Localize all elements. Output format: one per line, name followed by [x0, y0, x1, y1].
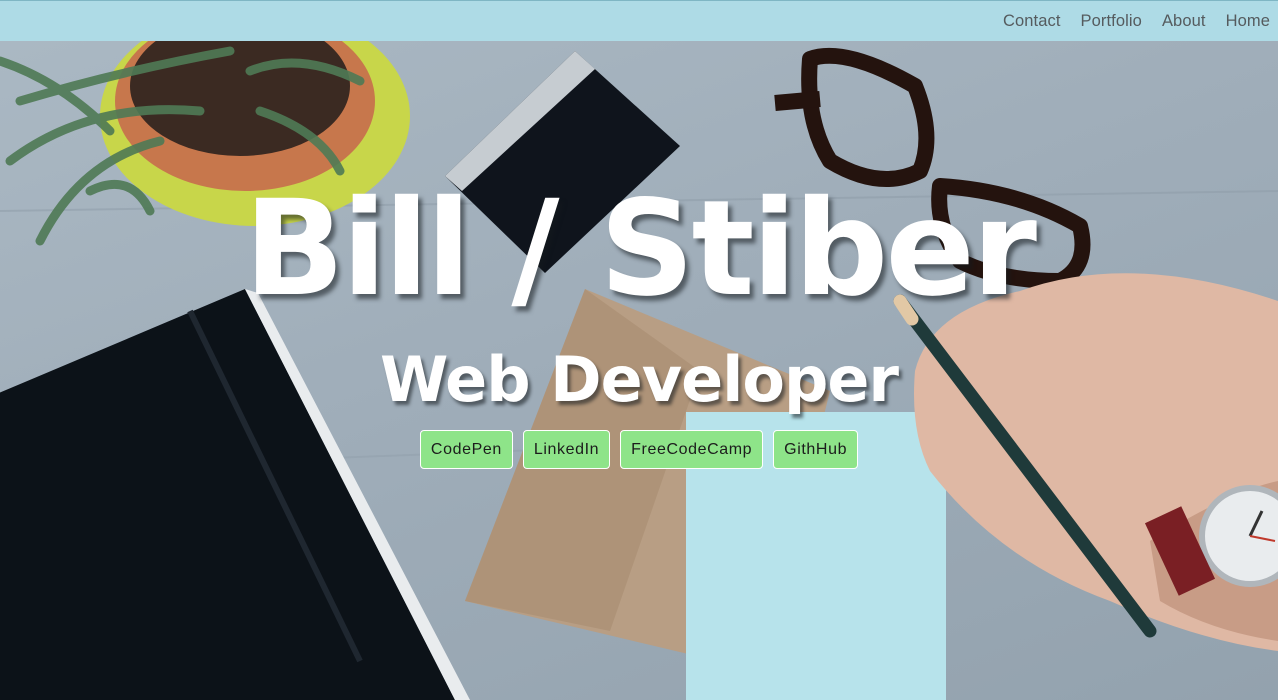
linkedin-button[interactable]: LinkedIn [522, 430, 611, 469]
hero-section: Bill / Stiber Web Developer [0, 41, 1278, 700]
top-navbar: Contact Portfolio About Home [0, 0, 1278, 41]
codepen-button[interactable]: CodePen [419, 430, 513, 469]
social-links: CodePen LinkedIn FreeCodeCamp GithHub [0, 430, 1278, 469]
github-button[interactable]: GithHub [773, 430, 859, 469]
hero-subtitle: Web Developer [379, 343, 899, 416]
nav-link-about[interactable]: About [1162, 12, 1206, 31]
nav-link-home[interactable]: Home [1226, 12, 1270, 31]
hero-title: Bill / Stiber [244, 172, 1037, 326]
nav-link-contact[interactable]: Contact [1003, 12, 1061, 31]
nav-links: Contact Portfolio About Home [983, 1, 1270, 42]
nav-link-portfolio[interactable]: Portfolio [1081, 12, 1142, 31]
freecodecamp-button[interactable]: FreeCodeCamp [620, 430, 764, 469]
